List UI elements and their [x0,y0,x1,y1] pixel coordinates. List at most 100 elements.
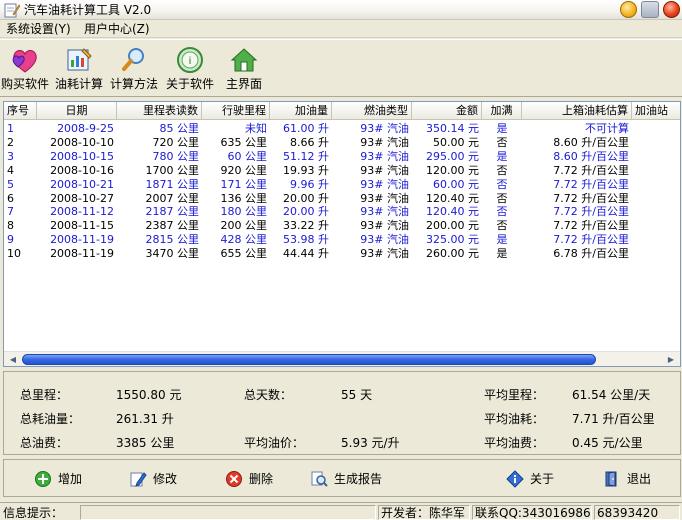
table-cell: 2007 公里 [145,191,200,205]
table-cell [632,247,680,261]
table-row[interactable]: 8 2008-11-15 2387 公里 200 公里 33.22 升 93# 汽油 200… [4,219,680,233]
col-header[interactable]: 上箱油耗估算 [522,102,632,120]
table-cell: 是 [496,149,508,163]
table-row[interactable]: 3 2008-10-15 780 公里 60 公里 51.12 升 93# 汽油 295.0… [4,149,680,164]
table-header: 序号 日期 里程表读数 行驶里程 加油量 燃油类型 金额 加满 上箱油耗估算 加… [4,102,680,120]
minimize-button[interactable] [620,1,637,18]
col-header[interactable]: 加满 [482,102,522,120]
about-software-button[interactable]: i 关于软件 [163,42,217,94]
table-cell: 5 [7,177,14,191]
add-button[interactable]: 增加 [34,470,94,488]
table-cell: 19.93 升 [283,163,329,177]
table-cell: 2008-10-27 [50,191,114,205]
avg-price-value: 5.93 元/升 [341,436,400,450]
col-header[interactable]: 金额 [412,102,482,120]
table-cell: 9 [7,233,14,247]
menu-user-center[interactable]: 用户中心(Z) [84,22,150,36]
edit-button[interactable]: 修改 [129,470,189,488]
table-cell: 350.14 元 [426,122,479,135]
table-cell: 否 [496,163,508,177]
table-cell: 7.72 升/百公里 [553,191,629,205]
report-search-icon [311,471,328,487]
col-header[interactable]: 里程表读数 [117,102,202,120]
table-cell: 8.66 升 [290,135,329,149]
scroll-right-icon[interactable]: ▶ [664,353,678,366]
total-days-label: 总天数： [244,388,293,402]
main-window: 汽车油耗计算工具 V2.0 系统设置(Y) 用户中心(Z) 购买软件 油耗计算 [0,0,682,520]
table-row[interactable]: 5 2008-10-21 1871 公里 171 公里 9.96 升 93# 汽油 60.0… [4,177,680,192]
table-cell: 93# 汽油 [360,135,409,149]
buy-software-button[interactable]: 购买软件 [0,42,50,94]
table-cell: 93# 汽油 [360,122,409,135]
main-view-button[interactable]: 主界面 [221,42,267,94]
table-cell: 7.72 升/百公里 [553,177,629,191]
table-cell: 是 [496,233,508,247]
table-cell: 2008-9-25 [57,122,114,135]
menu-system-settings[interactable]: 系统设置(Y) [6,22,71,36]
col-header[interactable]: 行驶里程 [202,102,270,120]
col-header[interactable]: 燃油类型 [332,102,412,120]
scroll-left-icon[interactable]: ◀ [6,353,20,366]
delete-button[interactable]: 删除 [225,470,285,488]
col-header[interactable]: 日期 [37,102,117,120]
total-fuel-value: 261.31 升 [116,412,174,426]
table-row[interactable]: 10 2008-11-19 3470 公里 655 公里 44.44 升 93# 汽油 26… [4,247,680,261]
table-cell: 8.60 升/百公里 [553,135,629,149]
fuel-records-table[interactable]: 序号 日期 里程表读数 行驶里程 加油量 燃油类型 金额 加满 上箱油耗估算 加… [3,101,681,367]
generate-report-button[interactable]: 生成报告 [310,470,400,488]
fuel-calc-button[interactable]: 油耗计算 [53,42,105,94]
status-phone: 68393420 [594,505,680,520]
table-cell: 50.00 元 [433,135,479,149]
table-cell [632,205,680,219]
table-row[interactable]: 6 2008-10-27 2007 公里 136 公里 20.00 升 93# 汽油 120… [4,191,680,206]
horizontal-scrollbar[interactable]: ◀ ▶ [4,351,680,366]
table-cell: 2008-11-19 [50,247,114,261]
table-cell: 93# 汽油 [360,219,409,233]
table-cell: 51.12 升 [283,149,329,163]
about-button[interactable]: 关于 [506,470,566,488]
avg-cost-label: 平均油费： [484,436,545,450]
table-cell: 2815 公里 [145,233,200,247]
exit-door-icon [605,471,617,487]
total-fuel-label: 总耗油量： [20,412,81,426]
table-cell: 120.40 元 [426,191,479,205]
summary-panel: 总里程： 1550.80 元 总天数： 55 天 平均里程： 61.54 公里/… [3,371,681,455]
table-row[interactable]: 9 2008-11-19 2815 公里 428 公里 53.98 升 93# 汽油 325… [4,233,680,247]
table-cell: 44.44 升 [283,247,329,261]
table-cell: 是 [496,247,508,261]
close-button[interactable] [663,1,680,18]
table-cell [632,122,680,136]
table-cell [632,219,680,233]
table-cell: 120.40 元 [426,205,479,219]
col-header[interactable]: 序号 [4,102,37,120]
exit-button[interactable]: 退出 [603,470,663,488]
table-cell: 655 公里 [220,247,268,261]
toolbar: 购买软件 油耗计算 计算方法 i 关于软件 主界面 [0,39,682,97]
avg-price-label: 平均油价： [244,436,305,450]
table-row[interactable]: 7 2008-11-12 2187 公里 180 公里 20.00 升 93# 汽油 120… [4,205,680,219]
table-cell [632,192,680,206]
table-row[interactable]: 1 2008-9-25 85 公里 未知 61.00 升 93# 汽油 350.14 元 是 不… [4,122,680,136]
table-cell: 200.00 元 [426,219,479,233]
title-bar[interactable]: 汽车油耗计算工具 V2.0 [0,0,682,20]
table-row[interactable]: 4 2008-10-16 1700 公里 920 公里 19.93 升 93# 汽油 120… [4,163,680,178]
table-cell: 171 公里 [220,177,268,191]
table-cell: 93# 汽油 [360,163,409,177]
table-cell: 20.00 升 [283,205,329,219]
table-cell: 7.72 升/百公里 [553,163,629,177]
calc-method-button[interactable]: 计算方法 [108,42,160,94]
table-cell [632,178,680,192]
table-cell: 780 公里 [152,149,200,163]
table-cell: 136 公里 [220,191,268,205]
col-header[interactable]: 加油站 [632,102,680,120]
status-bar: 信息提示： 开发者：陈华军 联系QQ:343016986 68393420 [0,502,682,520]
table-cell [632,150,680,164]
scroll-thumb[interactable] [22,354,596,365]
status-developer: 开发者：陈华军 [378,505,470,520]
table-cell: 200 公里 [220,219,268,233]
maximize-button[interactable] [641,1,659,18]
table-cell: 否 [496,205,508,219]
col-header[interactable]: 加油量 [270,102,332,120]
table-cell: 2387 公里 [145,219,200,233]
table-row[interactable]: 2 2008-10-10 720 公里 635 公里 8.66 升 93# 汽油 50.00… [4,135,680,150]
